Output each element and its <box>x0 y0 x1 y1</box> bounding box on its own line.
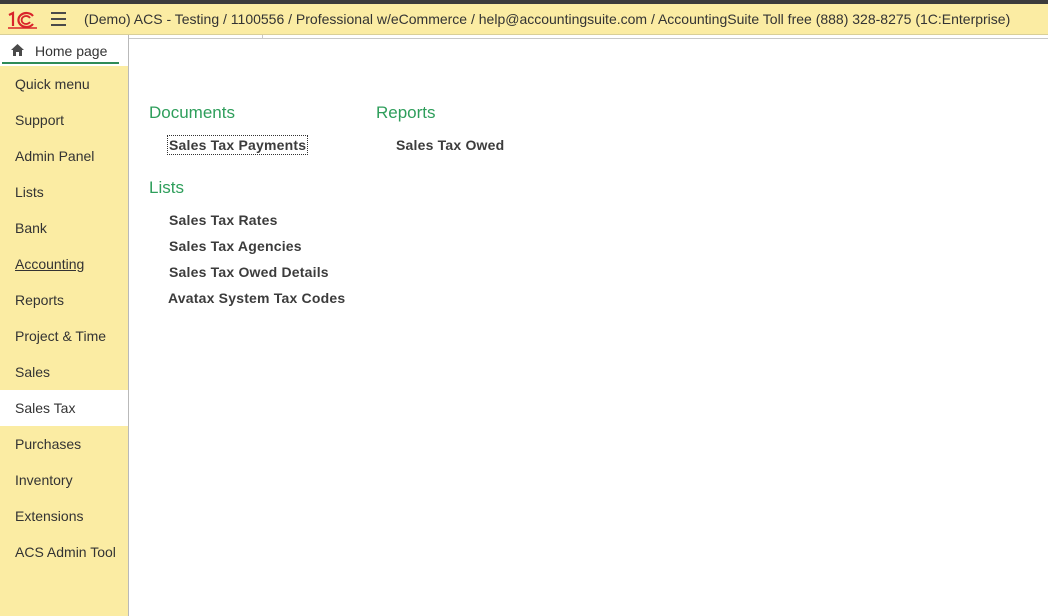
sidebar-item-reports[interactable]: Reports <box>0 282 128 318</box>
link-sales-tax-rates[interactable]: Sales Tax Rates <box>169 212 278 228</box>
link-sales-tax-agencies[interactable]: Sales Tax Agencies <box>169 238 302 254</box>
link-sales-tax-owed-details[interactable]: Sales Tax Owed Details <box>169 264 329 280</box>
link-sales-tax-owed[interactable]: Sales Tax Owed <box>396 137 504 153</box>
home-icon <box>11 44 24 56</box>
content-tab-strip <box>129 38 1048 41</box>
1c-logo-icon[interactable] <box>6 10 38 30</box>
reports-heading: Reports <box>376 103 436 122</box>
home-page-label: Home page <box>35 43 108 59</box>
sidebar-item-inventory[interactable]: Inventory <box>0 462 128 498</box>
home-page-tab[interactable]: Home page <box>0 35 128 66</box>
sidebar-item-quick-menu[interactable]: Quick menu <box>0 66 128 102</box>
sidebar-item-acs-admin-tool[interactable]: ACS Admin Tool <box>0 534 128 570</box>
sidebar-item-bank[interactable]: Bank <box>0 210 128 246</box>
sidebar-item-sales-tax[interactable]: Sales Tax <box>0 390 128 426</box>
sidebar-item-admin-panel[interactable]: Admin Panel <box>0 138 128 174</box>
sidebar-item-accounting[interactable]: Accounting <box>0 246 128 282</box>
window-title: (Demo) ACS - Testing / 1100556 / Profess… <box>84 11 1011 27</box>
sidebar-item-extensions[interactable]: Extensions <box>0 498 128 534</box>
link-avatax-system-tax-codes[interactable]: Avatax System Tax Codes <box>168 290 345 306</box>
tab-divider <box>262 35 263 39</box>
sidebar-item-support[interactable]: Support <box>0 102 128 138</box>
link-sales-tax-payments[interactable]: Sales Tax Payments <box>166 135 309 155</box>
lists-heading: Lists <box>149 178 184 197</box>
title-bar: (Demo) ACS - Testing / 1100556 / Profess… <box>0 4 1048 35</box>
sidebar-item-sales[interactable]: Sales <box>0 354 128 390</box>
sections-list: Quick menu Support Admin Panel Lists Ban… <box>0 66 128 570</box>
sidebar-item-project-time[interactable]: Project & Time <box>0 318 128 354</box>
sections-panel: Home page Quick menu Support Admin Panel… <box>0 35 129 616</box>
sidebar-item-lists[interactable]: Lists <box>0 174 128 210</box>
hamburger-menu-icon[interactable] <box>51 12 66 27</box>
documents-heading: Documents <box>149 103 235 122</box>
sidebar-item-purchases[interactable]: Purchases <box>0 426 128 462</box>
